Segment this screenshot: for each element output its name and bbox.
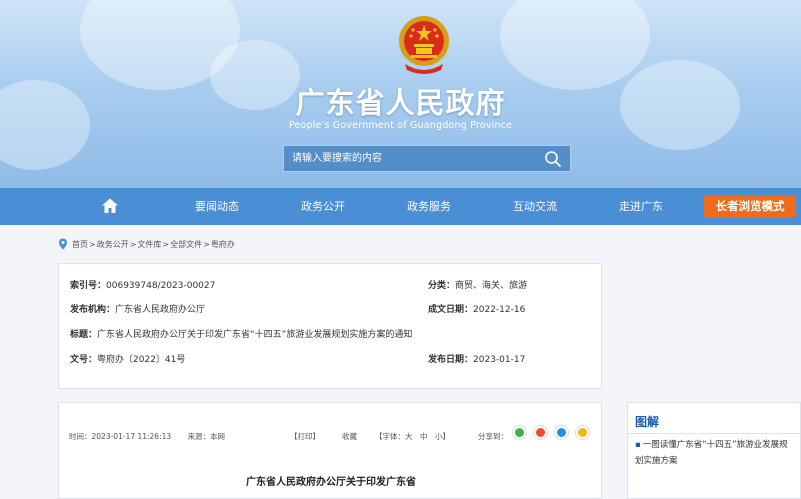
site-header: 广东省人民政府 People's Government of Guangdong… — [0, 0, 801, 188]
breadcrumb-home[interactable]: 首页 — [72, 239, 88, 250]
breadcrumb-file-library[interactable]: 文件库 — [137, 239, 161, 250]
infographic-panel: 图解 ▪ 一图读懂广东省“十四五”旅游业发展规划实施方案 — [627, 402, 801, 499]
article-source: 来源：本网 — [187, 432, 226, 441]
info-date-made: 成文日期：2022-12-16 — [428, 302, 525, 315]
doc-number-value: 粤府办〔2022〕41号 — [97, 355, 186, 365]
share-label: 分享到： — [478, 432, 508, 441]
index-value: 006939748/2023-00027 — [106, 281, 216, 291]
breadcrumb-current[interactable]: 粤府办 — [211, 239, 235, 250]
pub-date-value: 2023-01-17 — [473, 355, 526, 365]
pub-date-label: 发布日期： — [428, 355, 474, 365]
elder-mode-button[interactable]: 长者浏览模式 — [704, 195, 796, 218]
breadcrumb-all-files[interactable]: 全部文件 — [170, 239, 202, 250]
home-icon[interactable] — [101, 197, 119, 215]
breadcrumb-open-gov[interactable]: 政务公开 — [97, 239, 129, 250]
site-subtitle: People's Government of Guangdong Provinc… — [288, 120, 513, 131]
infographic-link-text[interactable]: 一图读懂广东省“十四五”旅游业发展规划实施方案 — [635, 440, 788, 466]
category-value: 商贸、海关、旅游 — [455, 281, 528, 291]
info-issuer: 发布机构：广东省人民政府办公厅 — [70, 302, 205, 315]
info-title: 标题：广东省人民政府办公厅关于印发广东省“十四五”旅游业发展规划实施方案的通知 — [70, 327, 412, 340]
location-pin-icon — [59, 238, 67, 250]
publish-time: 时间：2023-01-17 11:26:13 — [69, 432, 172, 441]
print-button[interactable]: 【打印】 — [290, 431, 320, 442]
title-value: 广东省人民政府办公厅关于印发广东省“十四五”旅游业发展规划实施方案的通知 — [97, 330, 413, 340]
info-category: 分类：商贸、海关、旅游 — [428, 278, 527, 291]
article-title: 广东省人民政府办公厅关于印发广东省 — [246, 477, 416, 488]
index-label: 索引号： — [70, 281, 107, 291]
nav-item-news[interactable]: 要闻动态 — [185, 188, 249, 225]
decor-flower — [500, 0, 650, 90]
breadcrumb-separator: > — [129, 239, 137, 249]
nav-item-about[interactable]: 走进广东 — [609, 188, 673, 225]
qq-share-icon[interactable] — [554, 425, 569, 440]
info-doc-number: 文号：粤府办〔2022〕41号 — [70, 352, 185, 365]
document-info-box: 索引号：006939748/2023-00027 分类：商贸、海关、旅游 发布机… — [58, 263, 602, 389]
doc-number-label: 文号： — [70, 355, 98, 365]
issuer-value: 广东省人民政府办公厅 — [115, 305, 206, 315]
breadcrumb: 首页 > 政务公开 > 文件库 > 全部文件 > 粤府办 — [58, 237, 235, 251]
side-panel-title: 图解 — [635, 415, 660, 429]
search-icon[interactable] — [544, 150, 562, 168]
qzone-share-icon[interactable] — [575, 425, 590, 440]
info-index: 索引号：006939748/2023-00027 — [70, 278, 215, 291]
font-size-control[interactable]: 【字体：大 中 小】 — [375, 431, 450, 442]
site-title: 广东省人民政府 — [295, 86, 506, 120]
issuer-label: 发布机构： — [70, 305, 116, 315]
favorite-button[interactable]: 收藏 — [342, 431, 357, 442]
national-emblem-icon — [399, 16, 449, 74]
date-made-label: 成文日期： — [428, 305, 474, 315]
nav-item-interaction[interactable]: 互动交流 — [503, 188, 567, 225]
weibo-share-icon[interactable] — [533, 425, 548, 440]
wechat-share-icon[interactable] — [512, 425, 527, 440]
search-box — [283, 145, 571, 172]
title-label: 标题： — [70, 330, 98, 340]
date-made-value: 2022-12-16 — [473, 305, 526, 315]
info-pub-date: 发布日期：2023-01-17 — [428, 352, 525, 365]
infographic-link[interactable]: ▪ 一图读懂广东省“十四五”旅游业发展规划实施方案 — [635, 437, 795, 469]
main-nav: 要闻动态 政务公开 政务服务 互动交流 走进广东 — [0, 188, 801, 225]
nav-item-services[interactable]: 政务服务 — [397, 188, 461, 225]
article-meta: 时间：2023-01-17 11:26:13 来源：本网 — [69, 431, 225, 442]
nav-item-open-gov[interactable]: 政务公开 — [291, 188, 355, 225]
breadcrumb-separator: > — [89, 239, 96, 249]
article-panel: 时间：2023-01-17 11:26:13 来源：本网 【打印】 收藏 【字体… — [58, 402, 602, 499]
category-label: 分类： — [428, 281, 456, 291]
search-input[interactable] — [284, 146, 534, 171]
divider — [628, 433, 801, 434]
breadcrumb-separator: > — [162, 239, 170, 249]
bullet-icon: ▪ — [635, 440, 641, 450]
breadcrumb-separator: > — [203, 239, 210, 249]
